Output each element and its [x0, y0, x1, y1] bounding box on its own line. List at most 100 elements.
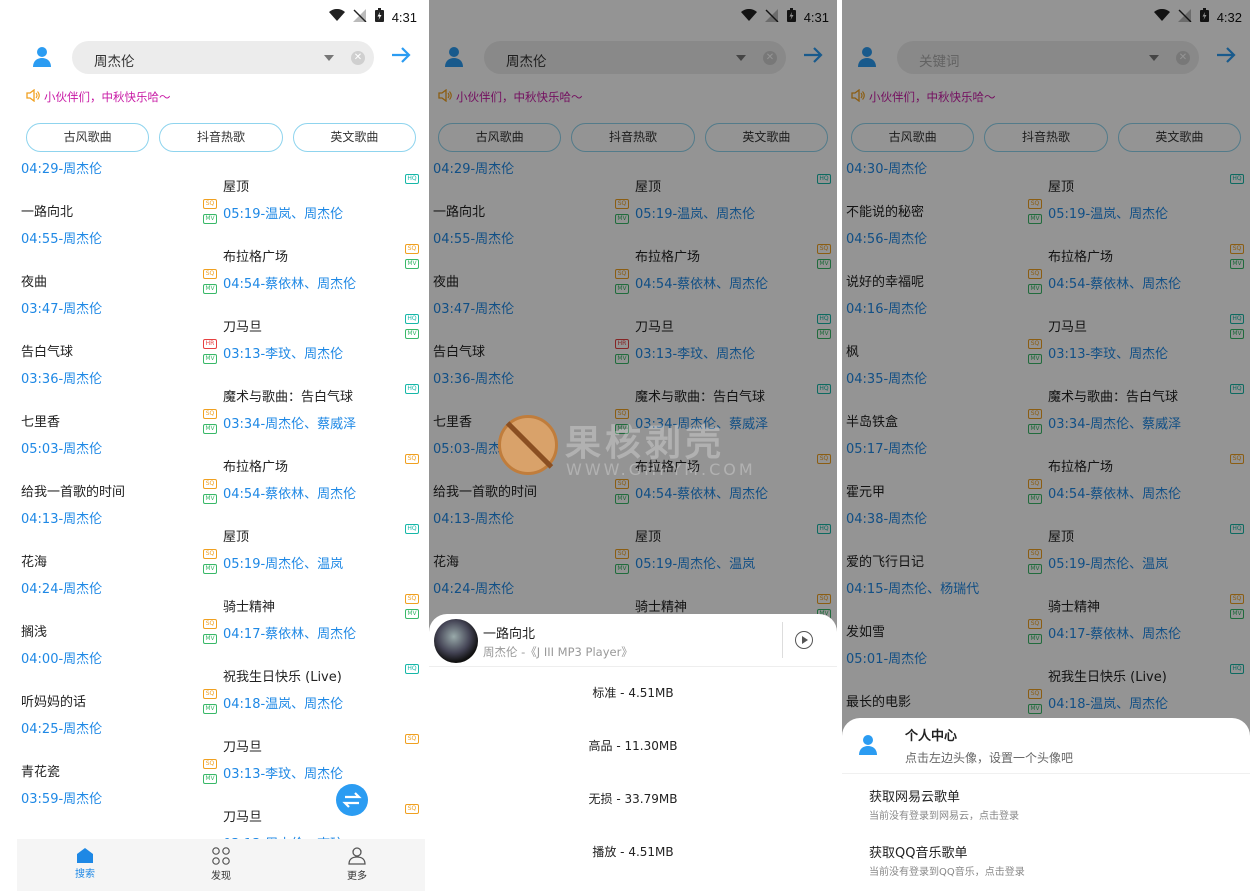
clear-icon[interactable]: ✕ — [351, 51, 365, 65]
song-item[interactable]: 屋顶 05:19-周杰伦、温岚 HQ — [223, 524, 419, 596]
tag-0[interactable]: 古风歌曲 — [26, 123, 150, 152]
quality-badges: SQ MV — [203, 479, 217, 509]
sq-badge: SQ — [405, 244, 419, 254]
quality-badges: SQ — [405, 454, 419, 469]
mv-badge: MV — [203, 704, 217, 714]
quality-option[interactable]: 无损 - 33.79MB — [429, 773, 837, 826]
song-item[interactable]: 屋顶 05:19-温岚、周杰伦 HQ — [223, 174, 419, 246]
song-artist-duration: 04:24-周杰伦 — [21, 582, 103, 597]
song-item[interactable]: 花海 04:24-周杰伦 SQ MV — [21, 549, 217, 621]
song-item[interactable]: 青花瓷 03:59-周杰伦 SQ MV — [21, 759, 217, 831]
song-item[interactable]: 听妈妈的话 04:25-周杰伦 SQ MV — [21, 689, 217, 761]
quality-badges: HQ — [405, 524, 419, 539]
tag-1[interactable]: 抖音热歌 — [159, 123, 283, 152]
mini-player[interactable]: 一路向北周杰伦 -《J III MP3 Player》 — [429, 614, 837, 667]
swap-button[interactable] — [336, 784, 368, 816]
song-item[interactable]: 魔术与歌曲：告白气球 03:34-周杰伦、蔡威泽 HQ — [223, 384, 419, 456]
song-item[interactable]: 骑士精神 04:17-蔡依林、周杰伦 SQ MV — [223, 594, 419, 666]
dropdown-icon[interactable] — [324, 55, 334, 61]
song-item[interactable]: 给我一首歌的时间 04:13-周杰伦 SQ MV — [21, 479, 217, 551]
song-item[interactable]: 搁浅 04:00-周杰伦 SQ MV — [21, 619, 217, 691]
menu-item-qq[interactable]: 获取QQ音乐歌单当前没有登录到QQ音乐，点击登录 — [842, 830, 1250, 886]
song-title: 七里香 — [21, 415, 61, 430]
quality-option[interactable]: 标准 - 4.51MB — [429, 667, 837, 720]
status-time: 4:31 — [391, 9, 417, 25]
quality-option[interactable]: 高品 - 11.30MB — [429, 720, 837, 773]
menu-title: 获取QQ音乐歌单 — [869, 846, 968, 861]
song-artist-duration: 04:29-周杰伦 — [21, 162, 103, 177]
song-title: 屋顶 — [223, 180, 250, 195]
song-artist-duration: 04:54-蔡依林、周杰伦 — [223, 487, 357, 502]
quality-badges: SQ MV — [203, 269, 217, 299]
bottom-nav: 搜索 发现 更多 — [17, 839, 425, 891]
mv-badge: MV — [203, 774, 217, 784]
player-divider — [782, 622, 783, 658]
sq-badge: SQ — [203, 689, 217, 699]
song-artist-duration: 04:00-周杰伦 — [21, 652, 103, 667]
song-title: 刀马旦 — [223, 740, 263, 755]
song-title: 祝我生日快乐 (Live) — [223, 670, 342, 685]
song-artist-duration: 04:17-蔡依林、周杰伦 — [223, 627, 357, 642]
menu-item-netease[interactable]: 获取网易云歌单 当前没有登录到网易云，点击登录 — [842, 774, 1250, 830]
quality-badges: SQ MV — [203, 689, 217, 719]
song-artist-duration: 04:54-蔡依林、周杰伦 — [223, 277, 357, 292]
play-icon[interactable] — [795, 631, 813, 649]
search-input[interactable]: 周杰伦 ✕ — [72, 41, 374, 74]
song-title: 布拉格广场 — [223, 250, 289, 265]
song-item[interactable]: 告白气球 03:36-周杰伦 HR MV — [21, 339, 217, 411]
song-artist-duration: 03:34-周杰伦、蔡威泽 — [223, 417, 357, 432]
song-title: 魔术与歌曲：告白气球 — [223, 390, 354, 405]
sq-badge: SQ — [203, 199, 217, 209]
sq-badge: SQ — [203, 409, 217, 419]
watermark-text: 果核剥壳 — [565, 423, 726, 464]
mv-badge: MV — [203, 494, 217, 504]
sq-badge: SQ — [203, 269, 217, 279]
quality-badges: SQ MV — [203, 199, 217, 229]
avatar-icon[interactable] — [32, 46, 52, 72]
song-item[interactable]: 04:29-周杰伦 — [21, 158, 217, 201]
quality-badges: HQ — [405, 664, 419, 679]
quality-badges: SQ MV — [405, 244, 419, 274]
song-artist-duration: 04:55-周杰伦 — [21, 232, 103, 247]
song-item[interactable]: 夜曲 03:47-周杰伦 SQ MV — [21, 269, 217, 341]
song-item[interactable]: 刀马旦 03:13-李玟、周杰伦 HQ MV — [223, 314, 419, 386]
song-item[interactable]: 七里香 05:03-周杰伦 SQ MV — [21, 409, 217, 481]
song-list: 04:29-周杰伦 一路向北 04:55-周杰伦 SQ MV 夜曲 03:47-周杰伦 SQ M… — [17, 158, 425, 891]
song-item[interactable]: 刀马旦 03:13-李玟、周杰伦 SQ — [223, 734, 419, 806]
menu-subtitle: 当前没有登录到QQ音乐，点击登录 — [869, 867, 1025, 878]
grid-icon — [153, 847, 289, 865]
tag-2[interactable]: 英文歌曲 — [292, 123, 416, 152]
download-sheet: 一路向北周杰伦 -《J III MP3 Player》标准 - 4.51MB 高品… — [429, 614, 837, 891]
song-title: 青花瓷 — [21, 765, 61, 780]
battery-icon — [374, 8, 384, 26]
quality-badges: HQ — [405, 384, 419, 399]
song-title: 刀马旦 — [223, 810, 263, 825]
nav-label: 搜索 — [75, 869, 95, 880]
nav-search[interactable]: 搜索 — [17, 839, 153, 891]
song-item[interactable]: 布拉格广场 04:54-蔡依林、周杰伦 SQ — [223, 454, 419, 526]
hr-badge: HR — [203, 339, 217, 349]
status-icons: 4:31 — [328, 8, 417, 26]
nav-more[interactable]: 更多 — [289, 839, 425, 891]
search-text[interactable]: 周杰伦 — [94, 50, 135, 70]
quality-option[interactable]: 播放 - 4.51MB — [429, 826, 837, 879]
avatar-icon[interactable] — [858, 734, 878, 760]
song-item[interactable]: 一路向北 04:55-周杰伦 SQ MV — [21, 199, 217, 271]
watermark-subtext: WWW.GHPYM.COM — [566, 460, 756, 479]
sq-badge: SQ — [405, 804, 419, 814]
sq-badge: SQ — [203, 549, 217, 559]
mv-badge: MV — [203, 284, 217, 294]
hq-badge: HQ — [405, 524, 419, 534]
menu-title: 获取网易云歌单 — [869, 790, 961, 805]
song-item[interactable]: 祝我生日快乐 (Live) 04:18-温岚、周杰伦 HQ — [223, 664, 419, 736]
player-subtitle: 周杰伦 -《J III MP3 Player》 — [483, 645, 633, 659]
no-signal-icon — [352, 8, 367, 26]
arrow-right-icon[interactable] — [390, 44, 412, 70]
nav-discover[interactable]: 发现 — [153, 839, 289, 891]
profile-row[interactable]: 个人中心 点击左边头像，设置一个头像吧 — [842, 718, 1250, 774]
player-title: 一路向北 — [483, 627, 536, 642]
song-item[interactable]: 布拉格广场 04:54-蔡依林、周杰伦 SQ MV — [223, 244, 419, 316]
sq-badge: SQ — [405, 734, 419, 744]
person-icon — [289, 847, 425, 865]
song-title: 给我一首歌的时间 — [21, 485, 126, 500]
